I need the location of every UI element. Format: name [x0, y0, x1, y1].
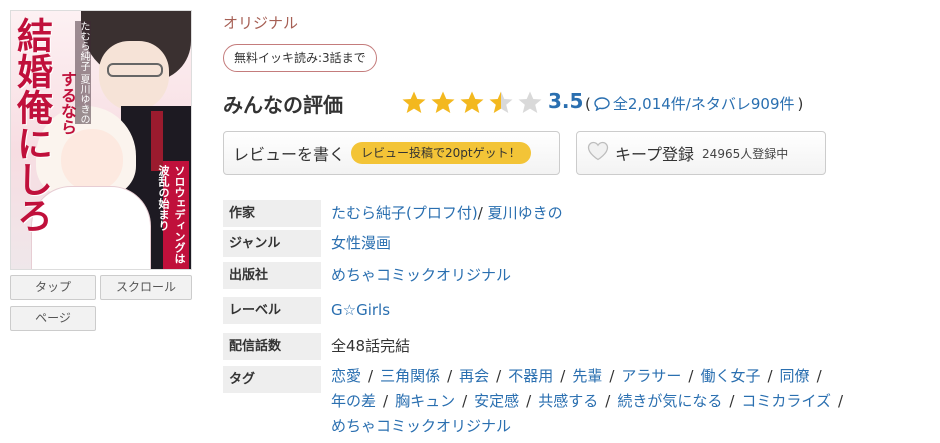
tag-separator: / — [462, 392, 468, 410]
author-key: 作家 — [223, 200, 321, 227]
tag-line: 恋愛 / 三角関係 / 再会 / 不器用 / 先輩 / アラサー / 働く女子 / 同僚 / — [331, 364, 931, 389]
tag-link[interactable]: 働く女子 — [700, 367, 760, 385]
star-icon — [517, 90, 546, 116]
tag-separator: / — [560, 367, 566, 385]
tag-separator: / — [368, 367, 374, 385]
rating-score: 3.5 — [548, 89, 584, 113]
author-value: たむら純子(プロフ付)/ 夏川ゆきの — [331, 200, 563, 227]
star-icon — [401, 90, 430, 116]
genre-key: ジャンル — [223, 230, 321, 257]
tag-link[interactable]: 不器用 — [508, 367, 553, 385]
write-review-button[interactable]: レビューを書く レビュー投稿で20ptゲット！ — [223, 131, 560, 175]
rating-title: みんなの評価 — [223, 93, 343, 117]
write-review-label: レビューを書く — [233, 145, 346, 164]
cover-author: たむら純子 夏川ゆきの — [75, 21, 91, 125]
tag-link[interactable]: めちゃコミックオリジナル — [331, 417, 511, 435]
tag-separator: / — [447, 367, 453, 385]
cover-title: 結婚俺にしろ — [11, 17, 53, 233]
cover-catchcopy: ソロウェディングは波乱の始まり — [157, 161, 189, 269]
author-link-1[interactable]: たむら純子(プロフ付) — [331, 204, 478, 222]
tag-separator: / — [767, 367, 773, 385]
review-counts[interactable]: ( 全2,014件/ネタバレ909件 ) — [585, 93, 803, 114]
tag-line: めちゃコミックオリジナル — [331, 414, 931, 439]
episodes-key: 配信話数 — [223, 333, 321, 360]
tag-link[interactable]: 先輩 — [572, 367, 602, 385]
close-paren: ) — [797, 94, 804, 113]
label-link[interactable]: G☆Girls — [331, 297, 390, 324]
tag-link[interactable]: 再会 — [459, 367, 489, 385]
cover-tie — [151, 111, 163, 171]
cover-woman-face — [61, 129, 123, 191]
free-read-badge: 無料イッキ読み:3話まで — [223, 44, 377, 72]
publisher-key: 出版社 — [223, 262, 321, 289]
tag-link[interactable]: コミカライズ — [741, 392, 831, 410]
tag-separator: / — [688, 367, 694, 385]
tag-separator: / — [605, 392, 611, 410]
tags-key: タグ — [223, 366, 321, 393]
tag-link[interactable]: 安定感 — [474, 392, 519, 410]
keep-label: キープ登録 — [615, 145, 695, 164]
tag-link[interactable]: 胸キュン — [395, 392, 455, 410]
tag-separator: / — [837, 392, 844, 410]
tag-separator: / — [383, 392, 389, 410]
author-separator: / — [477, 204, 483, 222]
star-icon — [430, 90, 459, 116]
tag-link[interactable]: 同僚 — [780, 367, 810, 385]
tag-link[interactable]: アラサー — [621, 367, 681, 385]
tag-link[interactable]: 三角関係 — [380, 367, 440, 385]
tag-link[interactable]: 共感する — [538, 392, 598, 410]
open-paren: ( — [585, 94, 591, 113]
tag-link[interactable]: 続きが気になる — [617, 392, 722, 410]
tag-separator: / — [816, 367, 822, 385]
tag-separator: / — [496, 367, 502, 385]
tag-link[interactable]: 恋愛 — [331, 367, 361, 385]
label-key: レーベル — [223, 297, 321, 324]
keep-count: 24965人登録中 — [702, 146, 789, 161]
publisher-link[interactable]: めちゃコミックオリジナル — [331, 262, 511, 289]
tag-separator: / — [729, 392, 735, 410]
keep-register-button[interactable]: キープ登録 24965人登録中 — [576, 131, 826, 175]
scroll-viewer-button[interactable]: スクロール — [100, 275, 192, 300]
comment-bubble-icon — [594, 96, 610, 111]
page-viewer-button[interactable]: ページ — [10, 306, 96, 331]
tag-line: 年の差 / 胸キュン / 安定感 / 共感する / 続きが気になる / コミカライズ / — [331, 389, 931, 414]
review-total-link[interactable]: 全2,014件/ネタバレ909件 — [613, 93, 795, 114]
star-icon — [488, 90, 517, 116]
episodes-value: 全48話完結 — [331, 337, 411, 355]
original-label: オリジナル — [223, 14, 299, 32]
tag-list: 恋愛 / 三角関係 / 再会 / 不器用 / 先輩 / アラサー / 働く女子 / 同僚 / 年の差 / 胸キュン /… — [331, 364, 931, 439]
tag-separator: / — [526, 392, 532, 410]
cover-image[interactable]: 結婚俺にしろ するなら たむら純子 夏川ゆきの ソロウェディングは波乱の始まり — [10, 10, 192, 270]
author-link-2[interactable]: 夏川ゆきの — [488, 204, 563, 222]
tag-link[interactable]: 年の差 — [331, 392, 376, 410]
star-icon — [459, 90, 488, 116]
genre-link[interactable]: 女性漫画 — [331, 230, 391, 257]
review-points-badge: レビュー投稿で20ptゲット！ — [351, 142, 531, 164]
tap-viewer-button[interactable]: タップ — [10, 275, 96, 300]
cover-glasses — [107, 63, 163, 77]
rating-stars — [401, 90, 546, 116]
heart-icon — [587, 141, 609, 165]
tag-separator: / — [609, 367, 615, 385]
